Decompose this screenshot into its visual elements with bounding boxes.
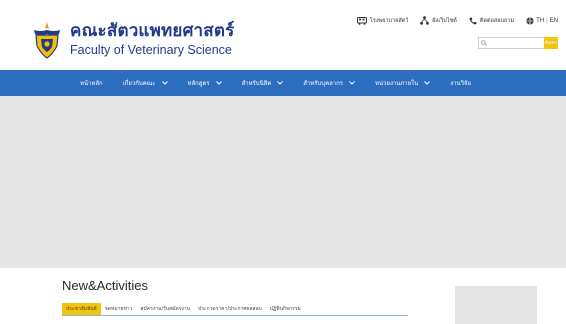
tab-newsletter[interactable]: จดหมายข่าว xyxy=(101,303,137,315)
main-navigation: หน้าหลัก เกี่ยวกับคณะ หลักสูตร สำหรับนิส… xyxy=(0,70,566,96)
faculty-logo[interactable] xyxy=(30,20,64,60)
sidebar-image-placeholder xyxy=(455,286,537,324)
chevron-down-icon xyxy=(349,81,355,85)
nav-item-label: หน่วยงานภายใน xyxy=(375,80,419,87)
nav-item-about[interactable]: เกี่ยวกับคณะ xyxy=(123,78,168,88)
chevron-down-icon xyxy=(161,81,168,85)
news-section-title: New&Activities xyxy=(62,278,148,293)
chevron-down-icon xyxy=(215,81,222,85)
nav-item-home[interactable]: หน้าหลัก xyxy=(80,78,103,88)
nav-item-curriculum[interactable]: หลักสูตร xyxy=(188,78,222,88)
lang-th[interactable]: TH xyxy=(536,18,544,24)
brand-title-english: Faculty of Veterinary Science xyxy=(70,43,232,57)
brand-text[interactable]: คณะสัตวแพทยศาสตร์ Faculty of Veterinary … xyxy=(70,22,234,58)
search-button[interactable]: ค้นหา xyxy=(544,37,558,49)
nav-item-staff[interactable]: สำหรับบุคลากร xyxy=(303,78,355,88)
nav-item-label: หน้าหลัก xyxy=(80,80,103,87)
nav-item-label: สำหรับบุคลากร xyxy=(303,80,343,87)
search-icon xyxy=(481,40,487,46)
nav-item-research[interactable]: งานวิจัย xyxy=(450,78,471,88)
chevron-down-icon xyxy=(277,81,284,85)
globe-icon xyxy=(526,16,534,25)
top-utility-links: โรงพยาบาลสัตว์ ผังเว็บไซต์ ติดต่อสอบถาม … xyxy=(356,16,558,25)
phone-icon xyxy=(469,17,477,24)
nav-item-label: งานวิจัย xyxy=(450,80,472,87)
news-tabs: ประชาสัมพันธ์ จดหมายข่าว สมัครงาน/รับสมั… xyxy=(62,303,408,316)
nav-item-departments[interactable]: หน่วยงานภายใน xyxy=(375,78,431,88)
language-switcher: TH | EN xyxy=(526,16,558,25)
hospital-bus-icon xyxy=(356,16,367,25)
hero-banner-placeholder xyxy=(0,96,566,268)
tab-public-relations[interactable]: ประชาสัมพันธ์ xyxy=(62,303,101,315)
top-link-contact-label: ติดต่อสอบถาม xyxy=(479,17,515,24)
tab-calendar[interactable]: ปฏิทินกิจกรรม xyxy=(266,303,305,315)
site-header: คณะสัตวแพทยศาสตร์ Faculty of Veterinary … xyxy=(0,0,566,70)
top-link-hospital-label: โรงพยาบาลสัตว์ xyxy=(369,17,409,24)
tab-jobs[interactable]: สมัครงาน/รับสมัครงาน xyxy=(136,303,194,315)
nav-item-label: หลักสูตร xyxy=(187,80,210,87)
nav-item-label: สำหรับนิสิต xyxy=(241,80,272,87)
search-box: ค้นหา xyxy=(478,37,558,49)
lang-en[interactable]: EN xyxy=(550,18,558,24)
search-input[interactable] xyxy=(478,37,544,49)
top-link-sitemap-label: ผังเว็บไซต์ xyxy=(432,17,457,24)
top-link-hospital[interactable]: โรงพยาบาลสัตว์ xyxy=(356,16,409,25)
chevron-down-icon xyxy=(424,81,431,85)
nav-item-label: เกี่ยวกับคณะ xyxy=(122,80,156,87)
sitemap-icon xyxy=(420,16,430,25)
top-link-sitemap[interactable]: ผังเว็บไซต์ xyxy=(420,16,457,25)
brand-title-thai: คณะสัตวแพทยศาสตร์ xyxy=(70,21,235,41)
lang-separator: | xyxy=(546,17,548,24)
nav-item-students[interactable]: สำหรับนิสิต xyxy=(242,78,284,88)
top-link-contact[interactable]: ติดต่อสอบถาม xyxy=(469,17,514,25)
tab-procurement[interactable]: ประกวดราคา/ประกาศผลสอบ xyxy=(194,303,266,315)
